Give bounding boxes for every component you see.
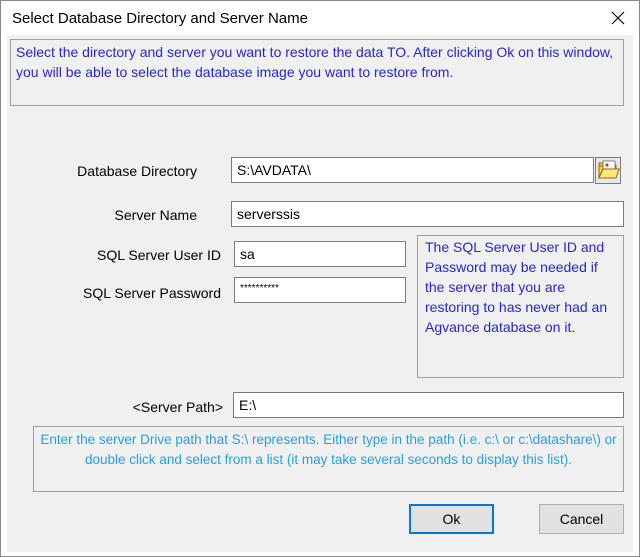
sql-user-id-label: SQL Server User ID — [97, 247, 221, 263]
server-name-field[interactable]: serverssis — [231, 201, 624, 227]
credentials-note: The SQL Server User ID and Password may … — [417, 235, 624, 378]
server-path-hint: Enter the server Drive path that S:\ rep… — [33, 426, 624, 492]
server-path-field[interactable]: E:\ — [233, 392, 624, 418]
database-directory-label: Database Directory — [77, 163, 197, 179]
folder-open-icon — [596, 160, 620, 187]
sql-password-label: SQL Server Password — [83, 285, 221, 301]
server-path-label: <Server Path> — [132, 399, 223, 415]
sql-user-id-field[interactable]: sa — [234, 241, 406, 267]
dialog-body: Select the directory and server you want… — [7, 35, 633, 552]
sql-password-field[interactable]: ********** — [234, 277, 406, 303]
close-icon[interactable] — [605, 5, 631, 31]
browse-folder-button[interactable] — [595, 157, 621, 184]
window-title: Select Database Directory and Server Nam… — [12, 10, 308, 27]
title-bar: Select Database Directory and Server Nam… — [1, 1, 639, 35]
cancel-button[interactable]: Cancel — [539, 504, 624, 534]
database-directory-field[interactable]: S:\AVDATA\ — [231, 157, 594, 183]
ok-button[interactable]: Ok — [409, 504, 494, 534]
restore-instructions: Select the directory and server you want… — [10, 39, 624, 106]
dialog-window: Select Database Directory and Server Nam… — [0, 0, 640, 557]
server-name-label: Server Name — [114, 207, 197, 223]
